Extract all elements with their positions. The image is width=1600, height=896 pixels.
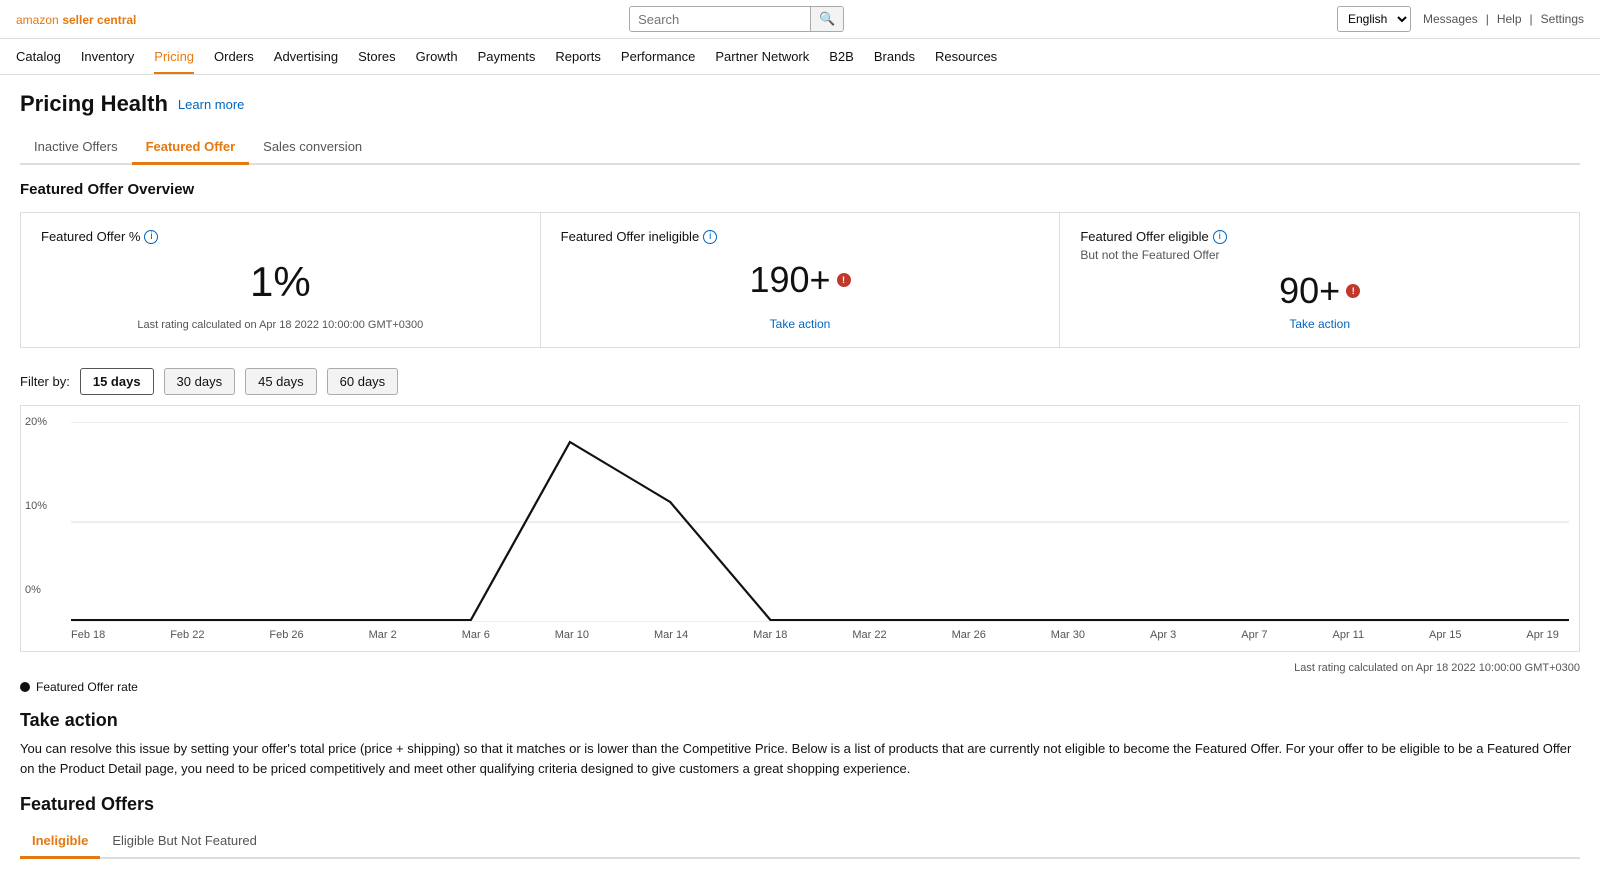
nav-performance[interactable]: Performance: [621, 39, 695, 74]
x-label-apr19: Apr 19: [1526, 629, 1558, 641]
nav-pricing[interactable]: Pricing: [154, 39, 194, 74]
x-label-mar26: Mar 26: [952, 629, 986, 641]
filter-15days[interactable]: 15 days: [80, 368, 154, 395]
featured-offers-title: Featured Offers: [20, 794, 1580, 815]
sub-tab-ineligible[interactable]: Ineligible: [20, 825, 100, 859]
filter-30days[interactable]: 30 days: [164, 368, 236, 395]
card3-subtitle: But not the Featured Offer: [1080, 248, 1559, 262]
y-label-20: 20%: [25, 416, 47, 428]
card-featured-offer-pct: Featured Offer % i 1% Last rating calcul…: [21, 213, 541, 347]
top-bar: amazon seller central 🔍 English Messages…: [0, 0, 1600, 39]
separator2: |: [1530, 12, 1533, 26]
card3-take-action[interactable]: Take action: [1289, 317, 1350, 331]
card3-title: Featured Offer eligible i: [1080, 229, 1559, 244]
x-label-mar14: Mar 14: [654, 629, 688, 641]
chart-note: Last rating calculated on Apr 18 2022 10…: [20, 662, 1580, 674]
section-title: Featured Offer Overview: [20, 181, 1580, 198]
nav-inventory[interactable]: Inventory: [81, 39, 134, 74]
nav-bar: Catalog Inventory Pricing Orders Adverti…: [0, 39, 1600, 75]
card3-action: Take action: [1080, 316, 1559, 331]
chart-svg: [71, 422, 1569, 622]
y-label-10: 10%: [25, 500, 47, 512]
nav-catalog[interactable]: Catalog: [16, 39, 61, 74]
nav-resources[interactable]: Resources: [935, 39, 997, 74]
learn-more-link[interactable]: Learn more: [178, 97, 244, 112]
logo: amazon seller central: [16, 12, 136, 27]
card1-value: 1%: [41, 248, 520, 315]
card3-info-icon[interactable]: i: [1213, 230, 1227, 244]
x-label-feb22: Feb 22: [170, 629, 204, 641]
page-title: Pricing Health: [20, 91, 168, 117]
chart-container: 20% 10% 0% Feb 18 Feb 22 Feb 26 Mar 2 Ma…: [20, 405, 1580, 652]
filter-bar: Filter by: 15 days 30 days 45 days 60 da…: [20, 368, 1580, 395]
search-input[interactable]: [630, 8, 810, 31]
card2-value: 190+ !: [561, 248, 1040, 312]
x-label-mar10: Mar 10: [555, 629, 589, 641]
filter-60days[interactable]: 60 days: [327, 368, 399, 395]
card2-action: Take action: [561, 316, 1040, 331]
x-label-apr3: Apr 3: [1150, 629, 1176, 641]
chart-legend: Featured Offer rate: [20, 680, 1580, 694]
tab-sales-conversion[interactable]: Sales conversion: [249, 131, 376, 165]
x-label-mar22: Mar 22: [852, 629, 886, 641]
help-link[interactable]: Help: [1497, 12, 1522, 26]
nav-b2b[interactable]: B2B: [829, 39, 854, 74]
x-label-apr7: Apr 7: [1241, 629, 1267, 641]
card-featured-offer-ineligible: Featured Offer ineligible i 190+ ! Take …: [541, 213, 1061, 347]
main-tabs: Inactive Offers Featured Offer Sales con…: [20, 131, 1580, 165]
page-header: Pricing Health Learn more: [20, 91, 1580, 117]
take-action-title: Take action: [20, 710, 1580, 731]
page-content: Pricing Health Learn more Inactive Offer…: [0, 75, 1600, 875]
card3-value: 90+ !: [1080, 270, 1559, 312]
x-label-apr11: Apr 11: [1332, 629, 1364, 641]
nav-growth[interactable]: Growth: [416, 39, 458, 74]
x-label-mar30: Mar 30: [1051, 629, 1085, 641]
y-label-0: 0%: [25, 584, 47, 596]
tab-inactive-offers[interactable]: Inactive Offers: [20, 131, 132, 165]
featured-offers-section: Featured Offers Ineligible Eligible But …: [20, 794, 1580, 859]
search-bar[interactable]: 🔍: [629, 6, 844, 32]
card2-info-icon[interactable]: i: [703, 230, 717, 244]
card1-rating-note: Last rating calculated on Apr 18 2022 10…: [41, 319, 520, 331]
x-label-feb26: Feb 26: [269, 629, 303, 641]
nav-reports[interactable]: Reports: [555, 39, 601, 74]
language-select[interactable]: English: [1337, 6, 1411, 32]
card2-alert: !: [837, 273, 851, 287]
search-button[interactable]: 🔍: [810, 7, 843, 31]
nav-orders[interactable]: Orders: [214, 39, 254, 74]
top-links: Messages | Help | Settings: [1423, 12, 1584, 26]
legend-label: Featured Offer rate: [36, 680, 138, 694]
nav-brands[interactable]: Brands: [874, 39, 915, 74]
legend-dot: [20, 682, 30, 692]
nav-partner-network[interactable]: Partner Network: [715, 39, 809, 74]
card3-alert: !: [1346, 284, 1360, 298]
messages-link[interactable]: Messages: [1423, 12, 1478, 26]
filter-45days[interactable]: 45 days: [245, 368, 317, 395]
take-action-section: Take action You can resolve this issue b…: [20, 710, 1580, 778]
top-right-controls: English Messages | Help | Settings: [1337, 6, 1584, 32]
x-label-mar6: Mar 6: [462, 629, 490, 641]
separator1: |: [1486, 12, 1489, 26]
card2-title: Featured Offer ineligible i: [561, 229, 1040, 244]
x-label-apr15: Apr 15: [1429, 629, 1461, 641]
sub-tab-eligible-not-featured[interactable]: Eligible But Not Featured: [100, 825, 269, 859]
tab-featured-offer[interactable]: Featured Offer: [132, 131, 250, 165]
card-featured-offer-eligible: Featured Offer eligible i But not the Fe…: [1060, 213, 1579, 347]
card1-title: Featured Offer % i: [41, 229, 520, 244]
nav-payments[interactable]: Payments: [478, 39, 536, 74]
x-label-mar18: Mar 18: [753, 629, 787, 641]
x-label-feb18: Feb 18: [71, 629, 105, 641]
settings-link[interactable]: Settings: [1541, 12, 1584, 26]
card1-info-icon[interactable]: i: [144, 230, 158, 244]
sub-tabs: Ineligible Eligible But Not Featured: [20, 825, 1580, 859]
take-action-description: You can resolve this issue by setting yo…: [20, 739, 1580, 778]
x-label-mar2: Mar 2: [369, 629, 397, 641]
nav-advertising[interactable]: Advertising: [274, 39, 338, 74]
card2-take-action[interactable]: Take action: [770, 317, 831, 331]
nav-stores[interactable]: Stores: [358, 39, 396, 74]
filter-label: Filter by:: [20, 374, 70, 389]
cards-row: Featured Offer % i 1% Last rating calcul…: [20, 212, 1580, 348]
